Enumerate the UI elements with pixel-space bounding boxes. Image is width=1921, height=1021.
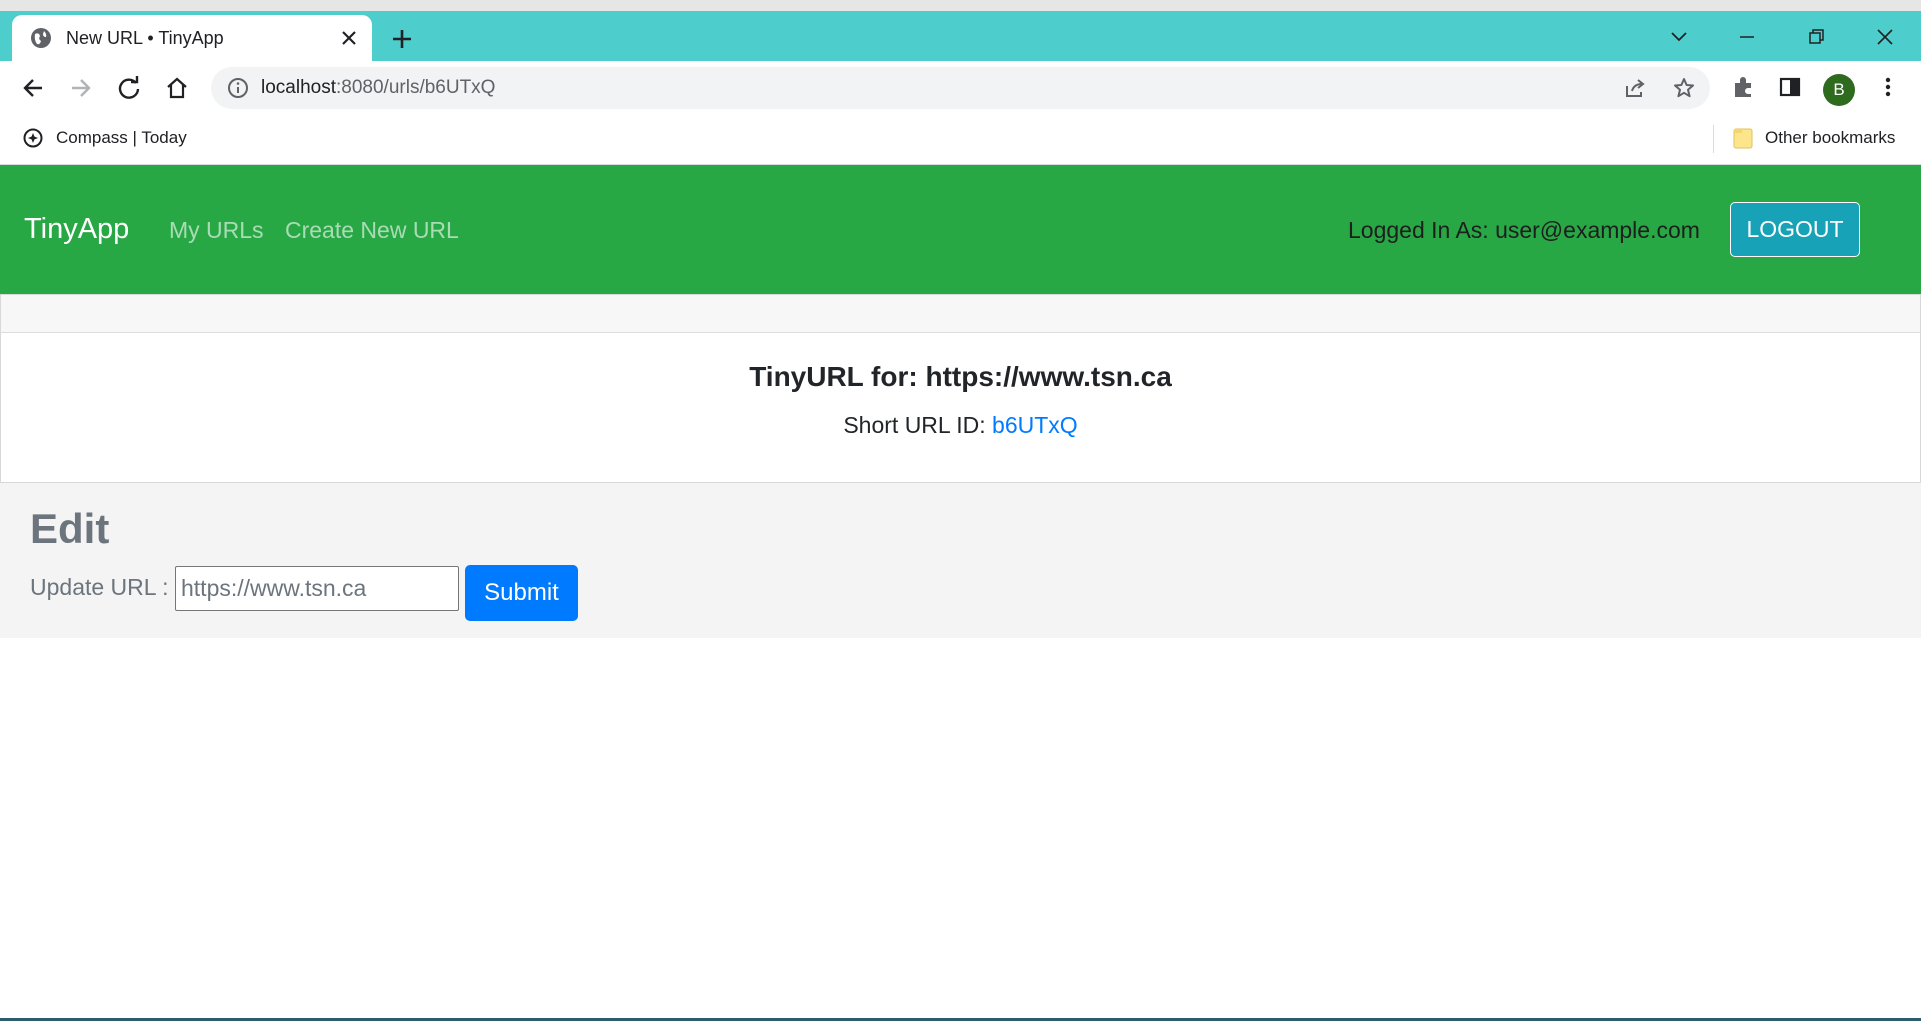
brand-logo[interactable]: TinyApp [24, 213, 129, 246]
url-card: TinyURL for: https://www.tsn.ca Short UR… [0, 294, 1921, 483]
url-host: localhost [261, 77, 336, 98]
nav-create-new-url[interactable]: Create New URL [285, 217, 459, 244]
bookmarks-divider [1713, 125, 1714, 153]
app-navbar: TinyApp My URLs Create New URL Logged In… [0, 165, 1921, 294]
side-panel-icon[interactable] [1776, 73, 1804, 101]
other-bookmarks[interactable]: Other bookmarks [1733, 127, 1895, 149]
restore-icon[interactable] [1800, 21, 1832, 53]
star-icon[interactable] [1672, 76, 1696, 100]
home-icon[interactable] [162, 73, 192, 103]
url-text[interactable]: localhost:8080/urls/b6UTxQ [261, 77, 495, 99]
other-bookmarks-label: Other bookmarks [1765, 128, 1896, 147]
reload-icon[interactable] [114, 73, 144, 103]
submit-button[interactable]: Submit [465, 565, 578, 621]
close-window-icon[interactable] [1869, 21, 1901, 53]
update-url-input[interactable] [175, 566, 459, 611]
short-url-line: Short URL ID: b6UTxQ [1, 412, 1920, 439]
browser-tab-bar: New URL • TinyApp [0, 11, 1921, 61]
profile-avatar[interactable]: B [1823, 74, 1855, 106]
info-icon[interactable] [227, 77, 249, 99]
tab-title: New URL • TinyApp [66, 28, 224, 48]
globe-icon [31, 28, 51, 48]
extensions-icon[interactable] [1729, 73, 1757, 101]
compass-icon [23, 128, 43, 148]
chevron-down-icon[interactable] [1663, 21, 1695, 53]
edit-panel: Edit Update URL : Submit [0, 483, 1921, 638]
browser-tab[interactable]: New URL • TinyApp [12, 15, 372, 61]
window-top-strip [0, 0, 1921, 11]
edit-heading: Edit [30, 505, 110, 552]
forward-arrow-icon[interactable] [66, 73, 96, 103]
close-tab-icon[interactable] [337, 26, 361, 50]
bookmark-compass[interactable]: Compass | Today [22, 127, 187, 149]
browser-toolbar: localhost:8080/urls/b6UTxQ B [0, 61, 1921, 115]
new-tab-icon[interactable] [388, 25, 416, 53]
back-arrow-icon[interactable] [18, 73, 48, 103]
bookmarks-bar: Compass | Today Other bookmarks [0, 115, 1921, 165]
short-url-link[interactable]: b6UTxQ [992, 412, 1078, 438]
share-icon[interactable] [1623, 76, 1647, 100]
update-url-label: Update URL : [30, 574, 169, 600]
logged-in-status: Logged In As: user@example.com [1348, 217, 1700, 243]
logout-button[interactable]: LOGOUT [1730, 202, 1860, 257]
menu-dots-icon[interactable] [1874, 73, 1902, 101]
nav-my-urls[interactable]: My URLs [169, 217, 264, 244]
url-path: :8080/urls/b6UTxQ [336, 77, 496, 98]
short-url-label: Short URL ID: [843, 412, 993, 438]
card-title: TinyURL for: https://www.tsn.ca [749, 361, 1172, 392]
bookmark-label: Compass | Today [56, 128, 187, 147]
address-bar[interactable]: localhost:8080/urls/b6UTxQ [211, 67, 1710, 109]
minimize-icon[interactable] [1731, 21, 1763, 53]
web-page: TinyApp My URLs Create New URL Logged In… [0, 165, 1921, 1021]
folder-icon [1733, 128, 1753, 149]
card-header [1, 295, 1920, 333]
